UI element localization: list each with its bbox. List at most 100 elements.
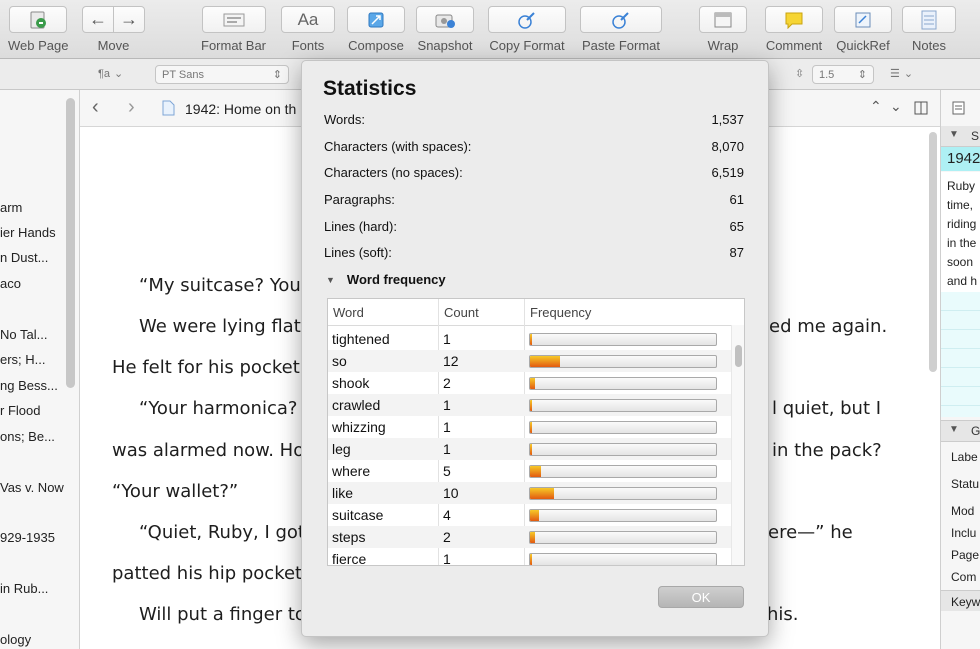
word-cell: suitcase [332, 507, 384, 523]
frequency-bar [529, 509, 717, 522]
wrap-button[interactable]: Wrap [699, 6, 747, 53]
frequency-bar-fill [530, 378, 535, 389]
column-header-count[interactable]: Count [444, 305, 479, 320]
editor-scrollbar[interactable] [929, 132, 937, 372]
table-row[interactable]: fierce 1 [328, 548, 732, 565]
binder-scrollbar[interactable] [66, 98, 75, 388]
table-header: Word Count Frequency [328, 299, 744, 326]
table-row[interactable]: suitcase 4 [328, 504, 732, 526]
word-frequency-disclosure[interactable]: ▼ Word frequency [326, 272, 446, 287]
synopsis-text-area[interactable]: Ruby time, riding in the soon and h [941, 172, 980, 417]
document-icon [162, 100, 175, 116]
table-scrollbar[interactable] [731, 325, 744, 565]
stat-label: Lines (soft): [324, 245, 392, 260]
web-page-button[interactable]: Web Page [8, 6, 68, 53]
list-style-menu[interactable]: ☰ ⌄ [890, 65, 926, 82]
binder-item[interactable]: r Flood [0, 403, 40, 418]
down-chevron-icon[interactable]: ⌄ [890, 98, 902, 115]
forward-chevron-icon[interactable]: › [128, 96, 135, 119]
count-cell: 1 [443, 397, 451, 413]
count-cell: 2 [443, 529, 451, 545]
binder-item[interactable]: in Rub... [0, 581, 48, 596]
table-row[interactable]: tightened 1 [328, 328, 732, 350]
move-left-button[interactable]: ← [82, 6, 114, 33]
compose-icon [368, 12, 384, 27]
line-spacing-value: 1.5 [819, 68, 835, 81]
binder-item[interactable]: aco [0, 276, 21, 291]
column-header-word[interactable]: Word [333, 305, 364, 320]
table-scroll-thumb[interactable] [735, 345, 742, 367]
text-line: He felt for his pocket [112, 357, 300, 378]
notes-button[interactable]: Notes [902, 6, 956, 53]
format-bar-icon [223, 13, 244, 26]
stat-row-characters-with-spaces: Characters (with spaces): 8,070 [324, 139, 744, 159]
general-header[interactable]: ▼ G [941, 420, 980, 442]
table-row[interactable]: where 5 [328, 460, 732, 482]
frequency-bar [529, 399, 717, 412]
format-bar-button[interactable]: Format Bar [201, 6, 266, 53]
split-editor-icon[interactable] [914, 101, 928, 115]
frequency-bar-fill [530, 510, 540, 521]
up-chevron-icon[interactable]: ⌃ [870, 98, 882, 115]
binder-item[interactable]: Vas v. Now [0, 480, 64, 495]
line-spacing-select[interactable]: 1.5 ⇕ [812, 65, 874, 84]
binder-item[interactable]: arm [0, 200, 22, 215]
arrow-right-icon: → [120, 9, 138, 29]
notes-icon [921, 10, 937, 29]
table-row[interactable]: so 12 [328, 350, 732, 372]
paragraph-style-menu[interactable]: ¶a ⌄ [98, 65, 132, 82]
stat-value: 65 [729, 219, 744, 234]
table-row[interactable]: leg 1 [328, 438, 732, 460]
keywords-header[interactable]: Keyw [941, 590, 980, 611]
stat-value: 8,070 [711, 139, 744, 154]
meta-label: Mod [951, 504, 975, 518]
font-family-select[interactable]: PT Sans ⇕ [155, 65, 289, 84]
stat-row-paragraphs: Paragraphs: 61 [324, 192, 744, 212]
snapshot-button[interactable]: Snapshot [416, 6, 474, 53]
synopsis-header[interactable]: ▼ S [941, 126, 980, 147]
binder-item[interactable]: ers; H... [0, 352, 46, 367]
quickref-button[interactable]: QuickRef [834, 6, 892, 53]
compose-button[interactable]: Compose [347, 6, 405, 53]
text-line: was alarmed now. Ho [112, 440, 305, 461]
column-header-frequency[interactable]: Frequency [530, 305, 591, 320]
binder-item[interactable]: ier Hands [0, 225, 56, 240]
move-right-button[interactable]: → [114, 6, 145, 33]
copy-format-button[interactable]: Copy Format [488, 6, 566, 53]
table-row[interactable]: like 10 [328, 482, 732, 504]
synopsis-title-field[interactable]: 1942 [941, 147, 980, 171]
binder-item[interactable]: ons; Be... [0, 429, 55, 444]
document-title[interactable]: 1942: Home on th [185, 101, 296, 117]
line-spacing-icon: ⇳ [795, 68, 805, 80]
table-row[interactable]: whizzing 1 [328, 416, 732, 438]
back-chevron-icon[interactable]: ‹ [92, 96, 99, 119]
count-cell: 5 [443, 463, 451, 479]
table-row[interactable]: crawled 1 [328, 394, 732, 416]
ok-button[interactable]: OK [658, 586, 744, 608]
copy-format-label: Copy Format [489, 38, 565, 53]
table-row[interactable]: steps 2 [328, 526, 732, 548]
binder-item[interactable]: n Dust... [0, 250, 48, 265]
comment-button[interactable]: Comment [765, 6, 823, 53]
meta-label: Statu [951, 477, 980, 491]
frequency-bar-fill [530, 400, 532, 411]
binder-item[interactable]: ng Bess... [0, 378, 58, 393]
fonts-icon: Aa [297, 9, 319, 29]
binder-item[interactable]: ology [0, 632, 31, 647]
paste-format-button[interactable]: Paste Format [580, 6, 662, 53]
stat-label: Characters (with spaces): [324, 139, 472, 154]
disclosure-triangle-icon: ▼ [326, 274, 335, 285]
text-line: We were lying flat [139, 316, 301, 337]
text-line: his. [767, 604, 799, 625]
word-frequency-table[interactable]: Word Count Frequency tightened 1 so 12 s… [327, 298, 745, 566]
move-segmented: ← → [82, 6, 145, 33]
notebook-icon[interactable] [951, 100, 967, 116]
snapshot-icon [435, 14, 455, 28]
text-line: “Quiet, Ruby, I got [139, 522, 305, 543]
frequency-bar [529, 487, 717, 500]
binder-item[interactable]: 929-1935 [0, 530, 55, 545]
binder-item[interactable]: No Tal... [0, 327, 47, 342]
table-row[interactable]: shook 2 [328, 372, 732, 394]
stat-value: 6,519 [711, 165, 744, 180]
fonts-button[interactable]: Aa Fonts [281, 6, 335, 53]
